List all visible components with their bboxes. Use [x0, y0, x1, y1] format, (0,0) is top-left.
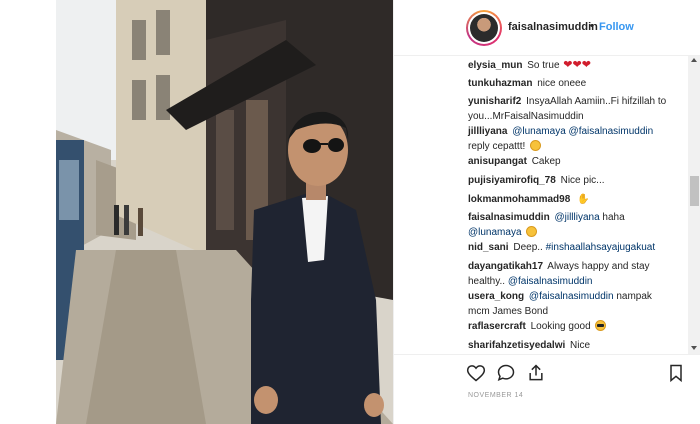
post-photo[interactable] — [56, 0, 393, 424]
comment-item: jillliyana @lunamaya @faisalnasimuddin r… — [468, 124, 676, 154]
comment-item: nid_sani Deep.. #inshaallahsayajugakuat — [468, 240, 676, 255]
comment-text: Looking good — [530, 321, 591, 332]
comment-mention[interactable]: @lunamaya — [468, 227, 522, 238]
scroll-up-arrow-icon[interactable] — [691, 58, 697, 62]
comment-mention[interactable]: @faisalnasimuddin — [569, 126, 654, 137]
comments-list[interactable]: elysia_mun So true ❤❤❤ tunkuhazman nice … — [394, 56, 700, 354]
scroll-down-arrow-icon[interactable] — [691, 346, 697, 350]
comment-text: nampak — [616, 291, 652, 302]
comment-username[interactable]: nid_sani — [468, 242, 509, 253]
comment-text: nice oneee — [537, 78, 587, 89]
avatar-image — [470, 14, 498, 42]
smile-emoji-icon — [530, 140, 542, 151]
comment-username[interactable]: jillliyana — [468, 126, 507, 137]
comment-hashtag[interactable]: #inshaallahsayajugakuat — [546, 242, 656, 253]
comment-item: faisalnasimuddin @jillliyana haha @lunam… — [468, 210, 676, 240]
scrollbar-thumb[interactable] — [690, 176, 699, 206]
comment-item: sharifahzetisyedalwi Nice — [468, 338, 676, 353]
post-username[interactable]: faisalnasimuddin — [508, 21, 598, 33]
comment-text: Deep.. — [513, 242, 543, 253]
comment-username[interactable]: elysia_mun — [468, 60, 522, 71]
post-side-panel: faisalnasimuddin • Follow elysia_mun So … — [393, 0, 700, 424]
comment-username[interactable]: tunkuhazman — [468, 78, 532, 89]
comment-text: Always happy and stay — [547, 261, 650, 272]
comment-username[interactable]: usera_kong — [468, 291, 524, 302]
comment-text: Nice — [570, 340, 591, 351]
comment-mention[interactable]: @lunamaya — [512, 126, 566, 137]
comment-username[interactable]: yunisharif2 — [468, 96, 521, 107]
comment-text-continued: you...MrFaisalNasimuddin — [468, 111, 584, 122]
smile-emoji-icon — [526, 226, 538, 237]
thumbs-up-emoji-icon: ✋ — [577, 194, 590, 205]
comment-item: elysia_mun So true ❤❤❤ — [468, 58, 676, 73]
comment-item: pujisiyamirofiq_78 Nice pic... — [468, 173, 676, 188]
comment-text: InsyaAllah Aamiin..Fi hifzillah to — [526, 96, 667, 107]
street-photo-image — [56, 0, 393, 424]
heart-icon[interactable] — [466, 363, 486, 383]
comment-text-continued: healthy.. — [468, 276, 506, 287]
comment-text: Nice pic... — [560, 175, 605, 186]
comment-item: anisupangat Cakep — [468, 154, 676, 169]
post-header: faisalnasimuddin • Follow — [394, 0, 700, 56]
comment-username[interactable]: dayangatikah17 — [468, 261, 543, 272]
comments-scrollbar[interactable] — [688, 56, 700, 354]
comment-username[interactable]: pujisiyamirofiq_78 — [468, 175, 556, 186]
action-bar — [394, 354, 700, 388]
comment-item: raflasercraft Looking good — [468, 319, 676, 334]
comment-item: yunisharif2 InsyaAllah Aamiin..Fi hifzil… — [468, 94, 676, 124]
avatar[interactable] — [466, 10, 502, 46]
comment-username[interactable]: sharifahzetisyedalwi — [468, 340, 565, 351]
comment-text-continued: reply cepattt! — [468, 141, 526, 152]
post-date[interactable]: NOVEMBER 14 — [468, 392, 523, 399]
comment-mention[interactable]: @faisalnasimuddin — [508, 276, 593, 287]
comment-item: tunkuhazman nice oneee — [468, 76, 676, 91]
comment-item: usera_kong @faisalnasimuddin nampak mcm … — [468, 289, 676, 319]
bookmark-icon[interactable] — [666, 363, 686, 383]
comment-username[interactable]: raflasercraft — [468, 321, 526, 332]
comment-item: dayangatikah17 Always happy and stay hea… — [468, 259, 676, 289]
comment-username[interactable]: anisupangat — [468, 156, 527, 167]
avatar-ring — [468, 12, 500, 44]
comment-text-continued: mcm James Bond — [468, 306, 549, 317]
follow-button[interactable]: Follow — [599, 21, 634, 33]
share-icon[interactable] — [526, 363, 546, 383]
sunglasses-emoji-icon — [595, 320, 607, 331]
comment-username[interactable]: lokmanmohammad98 — [468, 194, 570, 205]
comment-username[interactable]: faisalnasimuddin — [468, 212, 550, 223]
heart-emoji-icon: ❤❤❤ — [563, 59, 591, 71]
comment-text: haha — [602, 212, 625, 223]
comment-mention[interactable]: @jillliyana — [554, 212, 599, 223]
comment-mention[interactable]: @faisalnasimuddin — [529, 291, 614, 302]
comment-text: So true — [527, 60, 560, 71]
separator-dot: • — [590, 20, 594, 32]
comment-item: lokmanmohammad98 ✋ — [468, 192, 676, 207]
comment-text: Cakep — [531, 156, 561, 167]
comment-icon[interactable] — [496, 363, 516, 383]
